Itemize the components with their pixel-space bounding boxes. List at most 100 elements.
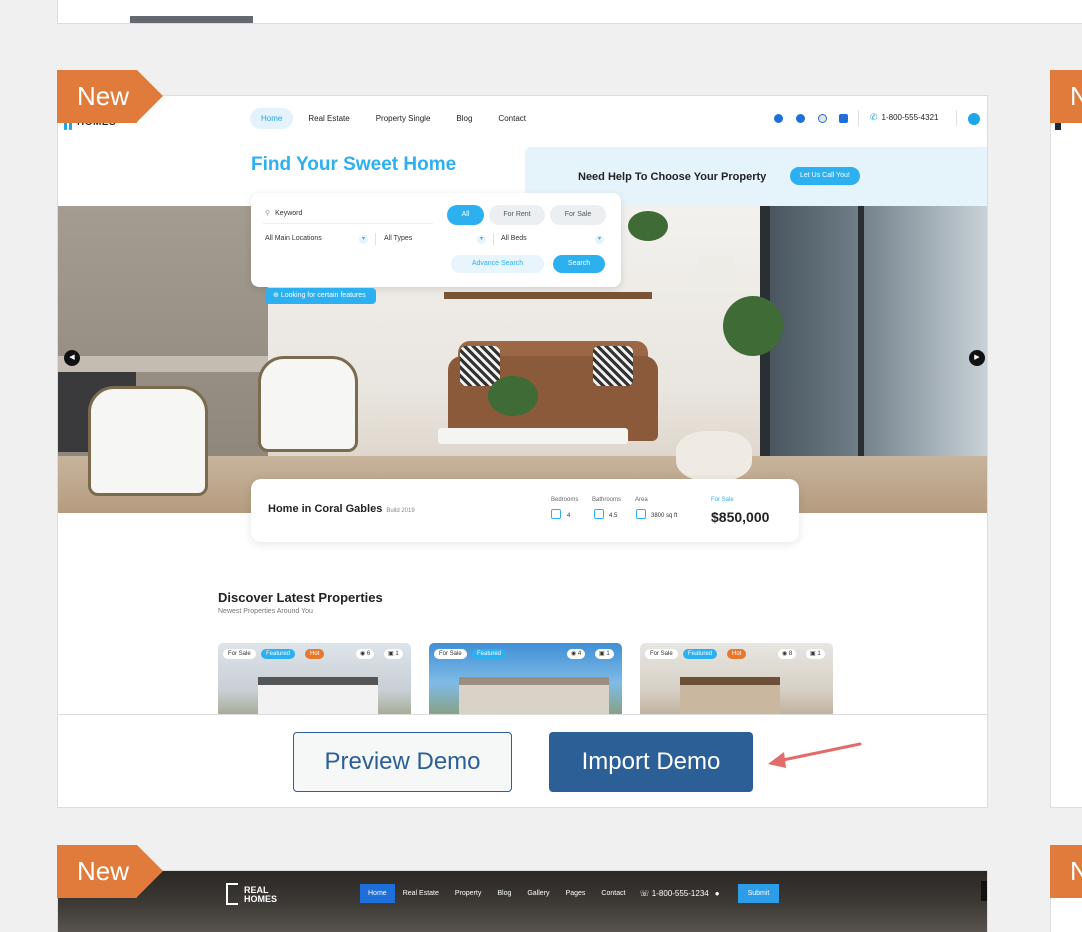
avatar[interactable]: ● <box>715 889 720 898</box>
nav-pages[interactable]: Pages <box>558 884 594 903</box>
nav-blog[interactable]: Blog <box>445 108 483 129</box>
phone-number: 1-800-555-1234 <box>651 889 709 898</box>
nav-contact[interactable]: Contact <box>487 108 537 129</box>
discover-subtitle: Newest Properties Around You <box>218 608 313 615</box>
camera-icon: ◉ <box>782 651 788 657</box>
photo-count: ◉ 8 <box>778 649 797 659</box>
phone-link[interactable]: ✆ 1-800-555-4321 <box>870 112 938 123</box>
bathrooms-label: Bathrooms <box>592 497 622 503</box>
listing-price: $850,000 <box>711 509 770 525</box>
discover-title: Discover Latest Properties <box>218 590 383 605</box>
listing-title: Home in Coral Gables Build 2019 <box>268 503 415 515</box>
bedrooms-value: 4 <box>567 513 571 519</box>
bathrooms-value: 4.5 <box>609 513 618 519</box>
phone-link[interactable]: ☏ 1-800-555-1234 <box>640 889 709 898</box>
tag-hot: Hot <box>727 649 747 659</box>
import-demo-button[interactable]: Import Demo <box>549 732 753 792</box>
nav-home[interactable]: Home <box>360 884 395 903</box>
tag-featured: Featured <box>683 649 718 659</box>
plant <box>723 296 783 356</box>
house-image <box>459 677 609 714</box>
video-count-value: 1 <box>395 651 399 657</box>
photo-count: ◉ 6 <box>356 649 375 659</box>
youtube-icon[interactable] <box>839 114 848 123</box>
listing-status: For Sale <box>711 497 734 503</box>
twitter-icon[interactable] <box>796 114 805 123</box>
preview-demo-button[interactable]: Preview Demo <box>293 732 512 792</box>
pillow <box>460 346 500 386</box>
nav-home[interactable]: Home <box>250 108 294 129</box>
types-select[interactable]: All Types <box>384 235 412 242</box>
keyword-field[interactable]: ⚲ Keyword <box>265 209 302 217</box>
area-value: 3800 sq ft <box>651 513 678 519</box>
new-badge-2: New <box>57 845 163 898</box>
facebook-icon[interactable] <box>774 114 783 123</box>
submit-button[interactable]: Submit <box>737 884 780 903</box>
advance-search-button[interactable]: Advance Search <box>451 255 544 273</box>
armchair <box>88 386 208 496</box>
tab-for-rent[interactable]: For Rent <box>489 205 545 225</box>
locations-select[interactable]: All Main Locations <box>265 235 322 242</box>
slider-prev-icon[interactable]: ◀ <box>64 350 80 366</box>
features-button[interactable]: ⊕ Looking for certain features <box>265 288 376 304</box>
logo-text-2: REAL HOMES <box>244 886 277 904</box>
plant <box>488 376 538 416</box>
pointer-arrow-icon <box>768 742 862 768</box>
scroll-indicator <box>130 16 253 23</box>
nav-contact[interactable]: Contact <box>593 884 633 903</box>
ottoman <box>676 431 752 481</box>
kitchen-counter <box>58 356 268 372</box>
pillow <box>593 346 633 386</box>
whatsapp-icon: ☏ <box>639 889 650 898</box>
nav-real-estate[interactable]: Real Estate <box>297 108 360 129</box>
hero-title: Find Your Sweet Home <box>251 154 457 175</box>
property-card[interactable]: For Sale Featured ◉ 4 ▣ 1 <box>429 643 622 714</box>
search-button[interactable]: Search <box>553 255 605 273</box>
demo-card-right[interactable] <box>1050 95 1082 808</box>
tag-featured: Featured <box>261 649 296 659</box>
new-badge-right: New <box>1050 70 1082 123</box>
tag-for-sale: For Sale <box>434 649 467 659</box>
demo-card-next: REAL HOMES Home Real Estate Property Blog… <box>57 870 988 932</box>
new-badge: New <box>57 70 163 123</box>
header-divider <box>858 110 859 126</box>
photo-count-value: 8 <box>788 651 793 657</box>
card-actions: Preview Demo Import Demo <box>58 714 987 807</box>
features-label: Looking for certain features <box>280 292 366 299</box>
select-divider <box>493 233 494 245</box>
tab-for-sale[interactable]: For Sale <box>550 205 606 225</box>
site-logo-2: REAL HOMES <box>226 883 346 907</box>
camera-icon: ◉ <box>360 651 366 657</box>
slider-next-icon[interactable]: ▶ <box>969 350 985 366</box>
coffee-table <box>438 428 628 444</box>
tab-all[interactable]: All <box>447 205 484 225</box>
call-us-button[interactable]: Let Us Call You! <box>790 167 860 185</box>
house-image <box>258 677 378 714</box>
listing-subtitle: Build 2019 <box>386 508 415 514</box>
logo-mark-icon <box>226 883 238 905</box>
instagram-icon[interactable] <box>818 114 827 123</box>
video-icon: ▣ <box>599 651 605 657</box>
video-count: ▣ 1 <box>595 649 614 659</box>
demo-card-top <box>57 0 1082 24</box>
nav-blog[interactable]: Blog <box>489 884 519 903</box>
nav-property-single[interactable]: Property Single <box>365 108 442 129</box>
plus-circle-icon: ⊕ <box>273 292 279 299</box>
property-card[interactable]: For Sale Featured Hot ◉ 8 ▣ 1 <box>640 643 833 714</box>
plant <box>628 211 668 241</box>
demo-screenshot: HOMES Home Real Estate Property Single B… <box>58 96 987 714</box>
user-icon[interactable] <box>968 113 980 125</box>
tag-hot: Hot <box>305 649 325 659</box>
tag-for-sale: For Sale <box>645 649 678 659</box>
demo-screenshot-2: REAL HOMES Home Real Estate Property Blog… <box>58 871 987 932</box>
site-nav: Home Real Estate Property Single Blog Co… <box>250 108 537 129</box>
featured-listing-card[interactable]: Home in Coral Gables Build 2019 Bedrooms … <box>251 479 799 542</box>
beds-select[interactable]: All Beds <box>501 235 527 242</box>
property-card[interactable]: For Sale Featured Hot ◉ 6 ▣ 1 <box>218 643 411 714</box>
nav-gallery[interactable]: Gallery <box>519 884 557 903</box>
phone-number: 1-800-555-4321 <box>881 113 939 122</box>
nav-property[interactable]: Property <box>447 884 489 903</box>
page-edge <box>981 881 987 901</box>
video-icon: ▣ <box>810 651 816 657</box>
nav-real-estate[interactable]: Real Estate <box>395 884 447 903</box>
